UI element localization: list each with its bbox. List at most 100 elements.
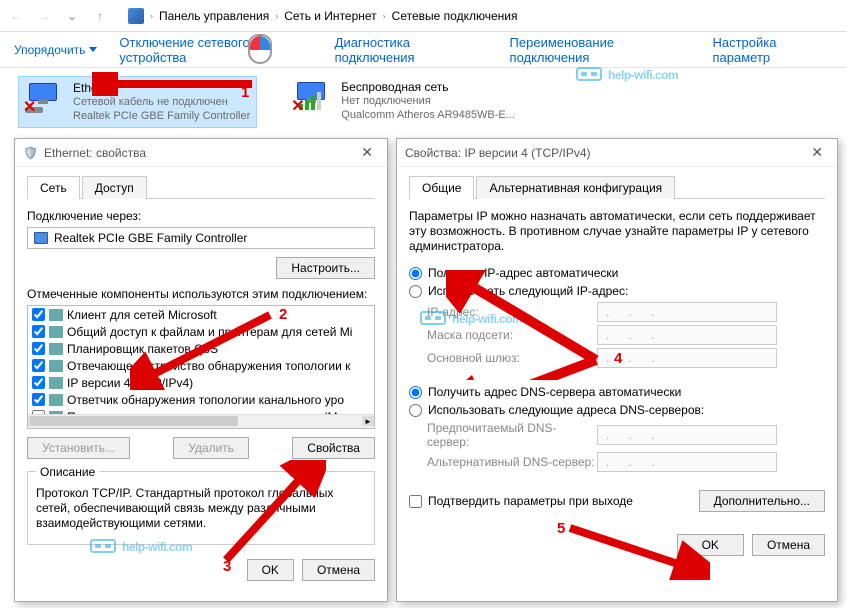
wifi-icon: ✕ bbox=[293, 80, 333, 116]
dialog-titlebar[interactable]: 🛡️ Ethernet: свойства ✕ bbox=[15, 139, 387, 167]
ethernet-icon: ✕ bbox=[25, 81, 65, 117]
ethernet-properties-dialog: 🛡️ Ethernet: свойства ✕ Сеть Доступ Подк… bbox=[14, 138, 388, 602]
dialog-title: Ethernet: свойства bbox=[44, 146, 146, 160]
chk-lltd-responder[interactable] bbox=[32, 359, 45, 372]
adapter-name: Realtek PCIe GBE Family Controller bbox=[54, 231, 247, 245]
ip-address-input: . . . bbox=[597, 302, 777, 322]
dialog-titlebar[interactable]: Свойства: IP версии 4 (TCP/IPv4) ✕ bbox=[397, 139, 837, 167]
list-item[interactable]: Общий доступ к файлам и принтерам для се… bbox=[67, 325, 352, 339]
crumb-network-connections[interactable]: Сетевые подключения bbox=[392, 9, 518, 23]
list-item[interactable]: Клиент для сетей Microsoft bbox=[67, 308, 217, 322]
crumb-network-internet[interactable]: Сеть и Интернет bbox=[284, 9, 376, 23]
cancel-button[interactable]: Отмена bbox=[752, 534, 825, 556]
tab-access[interactable]: Доступ bbox=[82, 176, 147, 199]
intro-text: Параметры IP можно назначать автоматичес… bbox=[409, 209, 825, 254]
chk-file-share[interactable] bbox=[32, 325, 45, 338]
radio-manual-ip[interactable] bbox=[409, 285, 422, 298]
connect-via-label: Подключение через: bbox=[27, 209, 375, 223]
install-button[interactable]: Установить... bbox=[27, 437, 130, 459]
breadcrumb[interactable]: › Панель управления › Сеть и Интернет › … bbox=[128, 8, 517, 24]
settings-button[interactable]: Настройка параметр bbox=[712, 35, 833, 65]
connection-ethernet[interactable]: ✕ Ethernet Сетевой кабель не подключен R… bbox=[18, 76, 257, 128]
wifi-status: Нет подключения bbox=[341, 94, 515, 108]
adapter-icon bbox=[34, 232, 48, 244]
ethernet-status: Сетевой кабель не подключен bbox=[73, 95, 250, 109]
components-label: Отмеченные компоненты используются этим … bbox=[27, 287, 375, 301]
radio-auto-dns[interactable] bbox=[409, 386, 422, 399]
uninstall-button[interactable]: Удалить bbox=[173, 437, 249, 459]
list-item[interactable]: IP версии 4 (TCP/IPv4) bbox=[67, 376, 193, 390]
gateway-input: . . . bbox=[597, 348, 777, 368]
ip-address-label: IP-адрес: bbox=[427, 305, 597, 319]
chevron-down-icon bbox=[89, 47, 97, 52]
description-title: Описание bbox=[36, 465, 99, 479]
chk-client-ms[interactable] bbox=[32, 308, 45, 321]
gateway-label: Основной шлюз: bbox=[427, 351, 597, 365]
component-icon bbox=[49, 326, 63, 338]
tab-general[interactable]: Общие bbox=[409, 176, 474, 199]
adapter-field: Realtek PCIe GBE Family Controller bbox=[27, 227, 375, 249]
configure-button[interactable]: Настроить... bbox=[276, 257, 375, 279]
subnet-mask-label: Маска подсети: bbox=[427, 328, 597, 342]
ethernet-adapter: Realtek PCIe GBE Family Controller bbox=[73, 109, 250, 123]
description-text: Протокол TCP/IP. Стандартный протокол гл… bbox=[36, 486, 366, 531]
organize-menu[interactable]: Упорядочить bbox=[14, 43, 97, 57]
ok-button[interactable]: OK bbox=[677, 534, 744, 556]
tab-network[interactable]: Сеть bbox=[27, 176, 80, 199]
ipv4-properties-dialog: Свойства: IP версии 4 (TCP/IPv4) ✕ Общие… bbox=[396, 138, 838, 602]
crumb-control-panel[interactable]: Панель управления bbox=[159, 9, 269, 23]
ethernet-name: Ethernet bbox=[73, 81, 250, 95]
component-icon bbox=[49, 309, 63, 321]
list-item[interactable]: Планировщик пакетов QoS bbox=[67, 342, 218, 356]
dialog-title: Свойства: IP версии 4 (TCP/IPv4) bbox=[405, 146, 591, 160]
disable-device-button[interactable]: Отключение сетевого устройства bbox=[119, 35, 312, 65]
properties-button[interactable]: Свойства bbox=[292, 437, 375, 459]
list-item[interactable]: Ответчик обнаружения топологии канальног… bbox=[67, 393, 344, 407]
component-icon bbox=[49, 343, 63, 355]
radio-manual-dns[interactable] bbox=[409, 404, 422, 417]
auto-ip-label: Получить IP-адрес автоматически bbox=[428, 266, 618, 280]
list-item[interactable]: Отвечающее устройство обнаружения тополо… bbox=[67, 359, 350, 373]
components-listbox[interactable]: Клиент для сетей Microsoft Общий доступ … bbox=[27, 305, 375, 429]
tab-alternate[interactable]: Альтернативная конфигурация bbox=[476, 176, 675, 199]
wifi-name: Беспроводная сеть bbox=[341, 80, 515, 94]
back-icon[interactable]: ← bbox=[6, 6, 26, 26]
chk-qos[interactable] bbox=[32, 342, 45, 355]
control-panel-icon bbox=[128, 8, 144, 24]
callout-5: 5 bbox=[557, 520, 565, 537]
tab-strip: Общие Альтернативная конфигурация bbox=[409, 175, 825, 199]
recent-dropdown-icon[interactable]: ⌄ bbox=[62, 6, 82, 26]
manual-ip-label: Использовать следующий IP-адрес: bbox=[428, 284, 628, 298]
component-icon bbox=[49, 394, 63, 406]
radio-auto-ip[interactable] bbox=[409, 267, 422, 280]
component-icon bbox=[49, 360, 63, 372]
connections-list: ✕ Ethernet Сетевой кабель не подключен R… bbox=[0, 68, 847, 136]
confirm-exit-label: Подтвердить параметры при выходе bbox=[428, 494, 633, 508]
advanced-button[interactable]: Дополнительно... bbox=[699, 490, 825, 512]
callout-1: 1 bbox=[241, 84, 249, 101]
callout-2: 2 bbox=[279, 306, 287, 323]
forward-icon[interactable]: → bbox=[34, 6, 54, 26]
close-icon[interactable]: ✕ bbox=[805, 144, 829, 161]
callout-3: 3 bbox=[223, 558, 231, 575]
ok-button[interactable]: OK bbox=[247, 559, 294, 581]
dns2-input: . . . bbox=[597, 452, 777, 472]
chk-lltd-mapper[interactable] bbox=[32, 393, 45, 406]
cancel-button[interactable]: Отмена bbox=[302, 559, 375, 581]
confirm-on-exit-checkbox[interactable] bbox=[409, 495, 422, 508]
dns1-input: . . . bbox=[597, 425, 777, 445]
auto-dns-label: Получить адрес DNS-сервера автоматически bbox=[428, 385, 681, 399]
rename-button[interactable]: Переименование подключения bbox=[510, 35, 691, 65]
dns1-label: Предпочитаемый DNS-сервер: bbox=[427, 421, 597, 449]
subnet-mask-input: . . . bbox=[597, 325, 777, 345]
explorer-nav: ← → ⌄ ↑ › Панель управления › Сеть и Инт… bbox=[0, 0, 847, 32]
horizontal-scrollbar[interactable]: ◄► bbox=[28, 414, 374, 428]
chk-ipv4[interactable] bbox=[32, 376, 45, 389]
up-icon[interactable]: ↑ bbox=[90, 6, 110, 26]
mouse-cursor-graphic bbox=[248, 34, 272, 64]
connection-wifi[interactable]: ✕ Беспроводная сеть Нет подключения Qual… bbox=[287, 76, 521, 128]
close-icon[interactable]: ✕ bbox=[355, 144, 379, 161]
diagnose-button[interactable]: Диагностика подключения bbox=[335, 35, 488, 65]
wifi-adapter: Qualcomm Atheros AR9485WB-E... bbox=[341, 108, 515, 122]
tab-strip: Сеть Доступ bbox=[27, 175, 375, 199]
